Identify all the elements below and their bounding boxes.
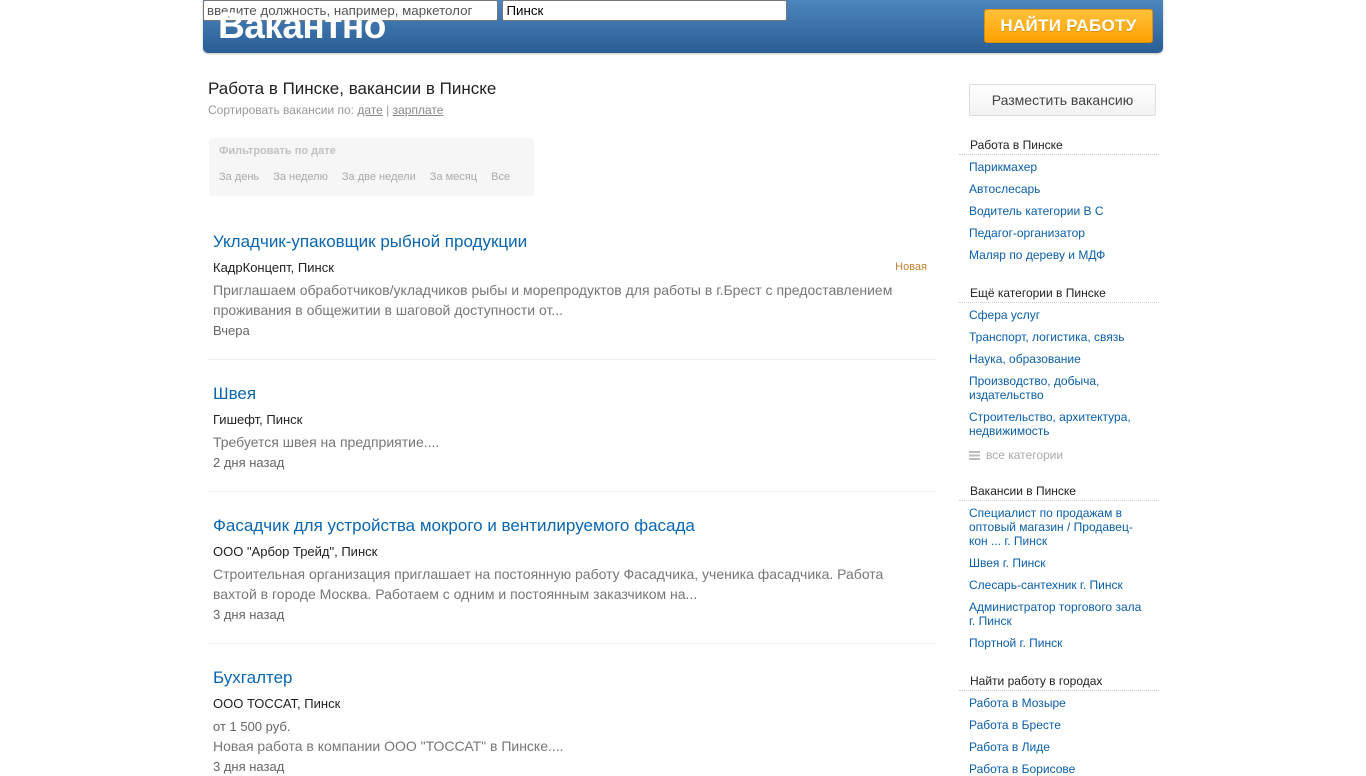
date-filter-panel: Фильтровать по дате За день За неделю За… xyxy=(209,138,534,196)
site-header: Вакантно НАЙТИ РАБОТУ xyxy=(203,0,1163,53)
divider xyxy=(208,491,936,492)
new-badge: Новая xyxy=(895,261,927,273)
divider xyxy=(208,643,936,644)
sidebar-link[interactable]: Маляр по дереву и МДФ xyxy=(969,248,1149,262)
page-title: Работа в Пинске, вакансии в Пинске xyxy=(208,79,497,98)
sidebar-vacancy-link[interactable]: Портной г. Пинск xyxy=(969,636,1149,650)
filter-week-link[interactable]: За неделю xyxy=(273,171,328,183)
sidebar-heading-cities: Найти работу в городах xyxy=(959,674,1159,691)
vacancy-title-link[interactable]: Укладчик-упаковщик рыбной продукции xyxy=(213,232,527,252)
sidebar-category-link[interactable]: Производство, добыча, издательство xyxy=(969,374,1149,402)
sidebar-link[interactable]: Автослесарь xyxy=(969,182,1149,196)
vacancy-company: ООО "Арбор Трейд", Пинск xyxy=(213,544,378,559)
vacancy-description: Новая работа в компании ООО "ТОССАТ" в П… xyxy=(213,738,564,754)
sort-separator: | xyxy=(386,103,390,117)
date-filter-title: Фильтровать по дате xyxy=(219,145,336,157)
sort-by-date-link[interactable]: дате xyxy=(357,103,382,117)
sidebar-category-link[interactable]: Транспорт, логистика, связь xyxy=(969,330,1149,344)
sidebar-heading-work: Работа в Пинске xyxy=(959,138,1159,155)
sidebar-city-link[interactable]: Работа в Мозыре xyxy=(969,696,1149,710)
sidebar-heading-categories: Ещё категории в Пинске xyxy=(959,286,1159,303)
divider xyxy=(208,359,936,360)
sort-by-salary-link[interactable]: зарплате xyxy=(393,103,444,117)
vacancy-title-link[interactable]: Бухгалтер xyxy=(213,668,293,688)
vacancy-description: Требуется швея на предприятие.... xyxy=(213,434,440,450)
filter-all-link[interactable]: Все xyxy=(491,171,510,183)
sidebar-link[interactable]: Парикмахер xyxy=(969,160,1149,174)
sidebar-link[interactable]: Водитель категории В С xyxy=(969,204,1149,218)
sidebar-category-link[interactable]: Сфера услуг xyxy=(969,308,1149,322)
sidebar-vacancy-link[interactable]: Администратор торгового зала г. Пинск xyxy=(969,600,1149,628)
vacancy-description: Приглашаем обработчиков/укладчиков рыбы … xyxy=(213,282,893,318)
sort-options: Сортировать вакансии по: дате | зарплате xyxy=(208,103,443,117)
all-categories-link[interactable]: все категории xyxy=(969,448,1063,462)
filter-day-link[interactable]: За день xyxy=(219,171,259,183)
vacancy-company: КадрКонцепт, Пинск xyxy=(213,260,334,275)
sidebar-category-link[interactable]: Наука, образование xyxy=(969,352,1149,366)
vacancy-date: 2 дня назад xyxy=(213,455,285,470)
find-job-button[interactable]: НАЙТИ РАБОТУ xyxy=(984,9,1153,43)
vacancy-date: Вчера xyxy=(213,323,250,338)
list-icon xyxy=(969,451,980,460)
vacancy-title-link[interactable]: Швея xyxy=(213,384,256,404)
sidebar-vacancy-link[interactable]: Специалист по продажам в оптовый магазин… xyxy=(969,506,1149,548)
vacancy-salary: от 1 500 руб. xyxy=(213,719,291,734)
sort-label: Сортировать вакансии по: xyxy=(208,103,355,117)
vacancy-company: Гишефт, Пинск xyxy=(213,412,303,427)
post-vacancy-button[interactable]: Разместить вакансию xyxy=(969,84,1156,116)
sidebar-vacancy-link[interactable]: Швея г. Пинск xyxy=(969,556,1149,570)
vacancy-company: ООО ТОССАТ, Пинск xyxy=(213,696,341,711)
sidebar-city-link[interactable]: Работа в Бресте xyxy=(969,718,1149,732)
sidebar-city-link[interactable]: Работа в Лиде xyxy=(969,740,1149,754)
city-input[interactable] xyxy=(502,0,788,21)
vacancy-description: Строительная организация приглашает на п… xyxy=(213,566,884,602)
filter-two-weeks-link[interactable]: За две недели xyxy=(342,171,416,183)
sidebar-city-link[interactable]: Работа в Борисове xyxy=(969,762,1149,776)
sidebar-link[interactable]: Педагог-организатор xyxy=(969,226,1149,240)
site-logo[interactable]: Вакантно xyxy=(218,3,386,49)
vacancy-date: 3 дня назад xyxy=(213,759,285,774)
all-categories-label: все категории xyxy=(986,448,1064,462)
sidebar-category-link[interactable]: Строительство, архитектура, недвижимость xyxy=(969,410,1149,438)
vacancy-date: 3 дня назад xyxy=(213,607,285,622)
sidebar-heading-vacancies: Вакансии в Пинске xyxy=(959,484,1159,501)
vacancy-title-link[interactable]: Фасадчик для устройства мокрого и вентил… xyxy=(213,516,695,536)
sidebar-vacancy-link[interactable]: Слесарь-сантехник г. Пинск xyxy=(969,578,1149,592)
filter-month-link[interactable]: За месяц xyxy=(430,171,477,183)
